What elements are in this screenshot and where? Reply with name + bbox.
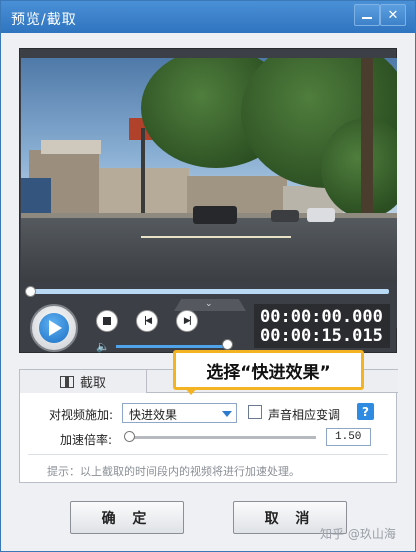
tab-crop-label: 截取 (79, 376, 106, 391)
help-icon[interactable]: ? (357, 403, 374, 420)
rate-slider[interactable] (126, 436, 316, 439)
pitch-checkbox[interactable] (248, 405, 262, 419)
play-triangle (49, 320, 62, 336)
rate-label: 加速倍率: (60, 433, 113, 447)
volume-handle[interactable] (222, 339, 233, 350)
play-button[interactable] (30, 304, 78, 352)
rate-input[interactable]: 1.50 (326, 428, 371, 446)
close-icon: ✕ (387, 7, 399, 23)
video-banner (21, 178, 51, 216)
panel-divider (28, 454, 388, 455)
crop-film-icon (59, 375, 74, 388)
total-time: 00:00:15.015 (260, 326, 383, 346)
video-road (21, 218, 397, 282)
chevron-down-icon (222, 411, 232, 417)
effect-select[interactable]: 快进效果 (122, 403, 237, 423)
rate-handle[interactable] (124, 431, 135, 442)
video-lane (141, 236, 291, 238)
stop-icon (103, 317, 111, 325)
time-display: 00:00:00.000 00:00:15.015 (254, 304, 390, 348)
watermark: 知乎 @玖山海 (320, 527, 396, 541)
hint-text: 提示：以上截取的时间段内的视频将进行加速处理。 (47, 465, 300, 478)
help-glyph: ? (362, 404, 369, 419)
prev-frame-button[interactable]: |◀ (136, 310, 158, 332)
callout-pointer (184, 387, 198, 395)
volume-slider[interactable] (116, 345, 228, 348)
video-car (307, 208, 335, 222)
apply-effect-label: 对视频施加: (49, 408, 114, 422)
current-time: 00:00:00.000 (260, 307, 383, 327)
next-frame-icon: ▶| (183, 316, 192, 326)
minimize-icon (362, 17, 372, 19)
window-title: 预览/截取 (11, 12, 77, 28)
video-pole (141, 128, 145, 218)
instruction-callout: 选择“快进效果” (173, 350, 364, 395)
stop-button[interactable] (96, 310, 118, 332)
close-button[interactable]: ✕ (380, 4, 406, 26)
video-preview[interactable]: ⌄ (21, 58, 397, 328)
prev-frame-icon: |◀ (143, 316, 152, 326)
control-bar: |◀ ▶| 🔈 00:00:00.000 00:00:15.015 (20, 292, 396, 353)
callout-text: 选择“快进效果” (206, 362, 331, 383)
minimize-button[interactable] (354, 4, 380, 26)
player-frame: ⌄ |◀ ▶| 🔈 00:00:00.000 00:00:15.015 (19, 48, 397, 353)
effect-select-value: 快进效果 (129, 408, 178, 422)
next-frame-button[interactable]: ▶| (176, 310, 198, 332)
play-icon (39, 313, 69, 343)
video-car (193, 206, 237, 224)
title-bar[interactable]: 预览/截取 ✕ (1, 1, 415, 33)
tab-crop[interactable]: 截取 (19, 369, 147, 393)
video-car (271, 210, 299, 222)
preview-crop-window: 预览/截取 ✕ ⌄ |◀ ▶| 🔈 00:00:00.000 00:00:15.… (0, 0, 416, 552)
pitch-checkbox-label[interactable]: 声音相应变调 (268, 406, 340, 423)
video-building-roof (41, 140, 101, 154)
volume-icon[interactable]: 🔈 (96, 340, 110, 353)
ok-button[interactable]: 确 定 (70, 501, 184, 534)
